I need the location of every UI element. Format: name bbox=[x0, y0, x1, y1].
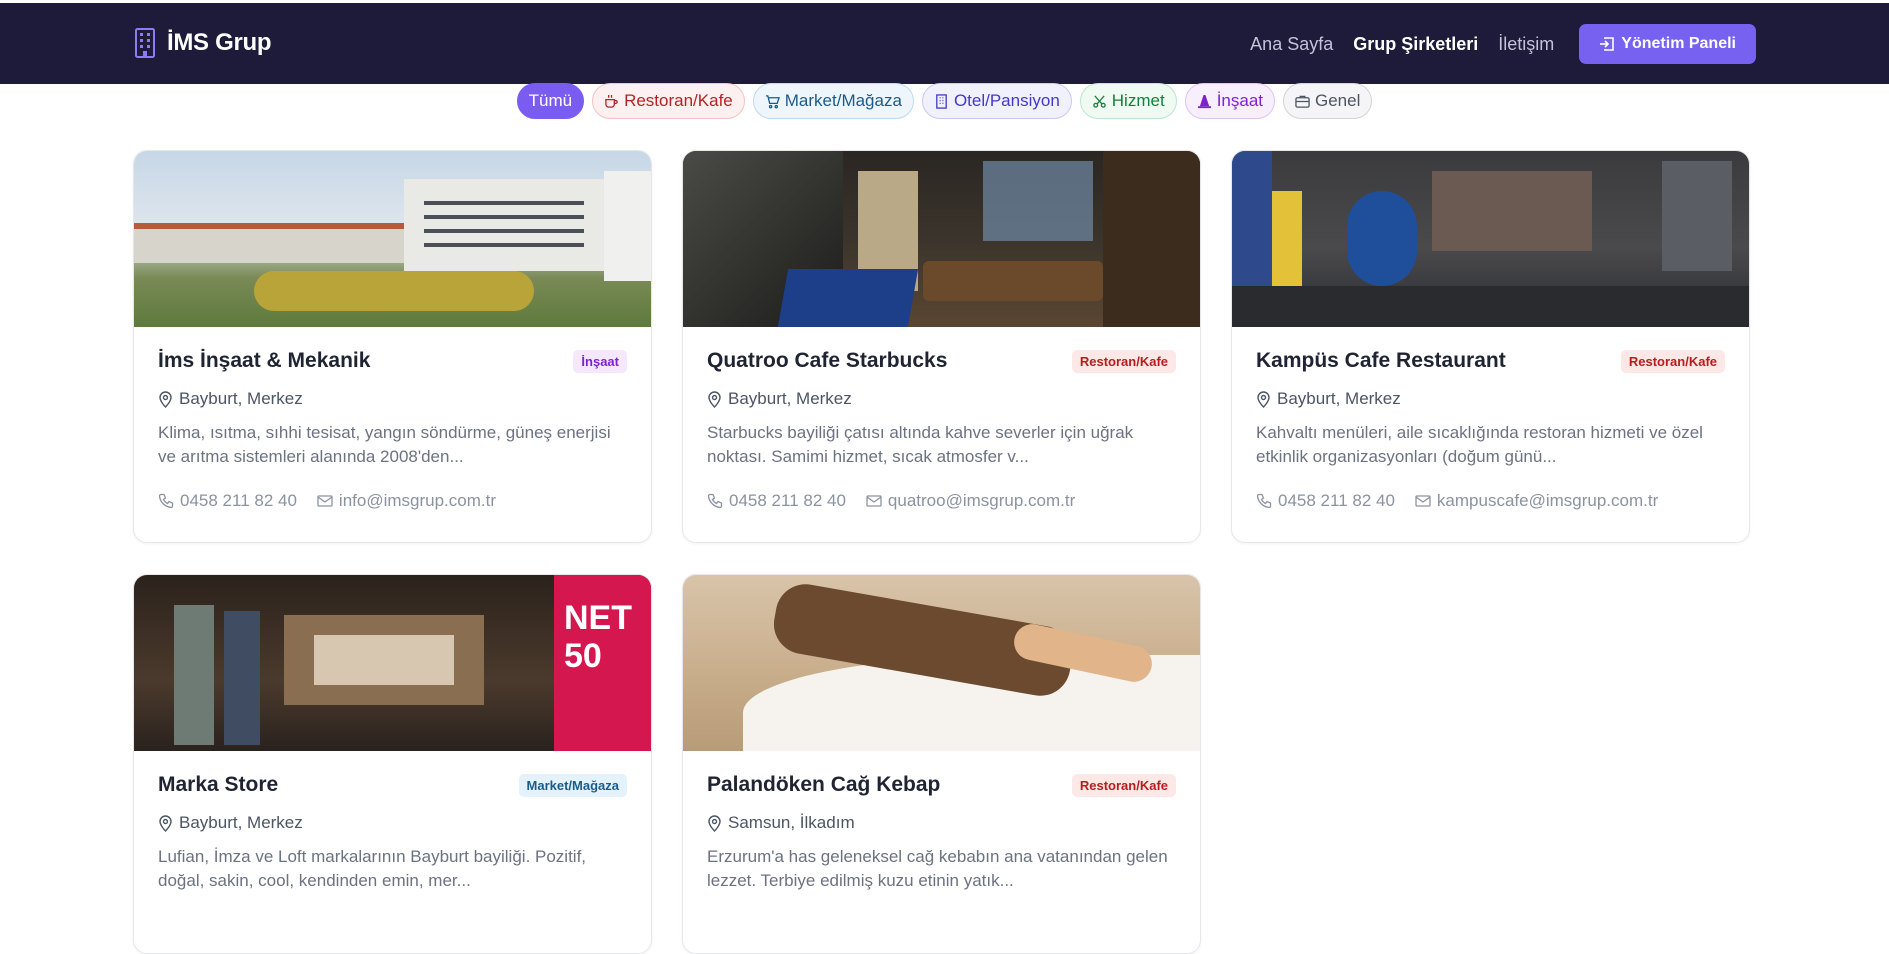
filter-label: Market/Mağaza bbox=[784, 91, 902, 110]
location-pin-icon bbox=[1257, 390, 1270, 408]
company-contact: 0458 211 82 40 info@imsgrup.com.tr bbox=[158, 491, 627, 511]
login-icon bbox=[1600, 37, 1615, 51]
company-photo bbox=[683, 575, 1200, 751]
phone-icon bbox=[707, 493, 723, 509]
company-photo bbox=[1232, 151, 1749, 327]
company-card[interactable]: Kampüs Cafe Restaurant Restoran/Kafe Bay… bbox=[1231, 150, 1750, 543]
filter-label: İnşaat bbox=[1216, 91, 1263, 110]
filter-label: Tümü bbox=[528, 91, 573, 110]
building-icon bbox=[936, 93, 947, 109]
phone-text: 0458 211 82 40 bbox=[180, 491, 297, 510]
company-description: Klima, ısıtma, sıhhi tesisat, yangın sön… bbox=[158, 423, 611, 466]
filter-chip-market[interactable]: Market/Mağaza bbox=[752, 83, 914, 119]
phone-link[interactable]: 0458 211 82 40 bbox=[158, 491, 297, 511]
cup-icon bbox=[605, 94, 618, 108]
location-pin-icon bbox=[708, 390, 721, 408]
company-card[interactable]: İms İnşaat & Mekanik İnşaat Bayburt, Mer… bbox=[133, 150, 652, 543]
filter-chip-insaat[interactable]: İnşaat bbox=[1184, 83, 1275, 119]
filter-label: Otel/Pansiyon bbox=[953, 91, 1060, 110]
filter-chip-hizmet[interactable]: Hizmet bbox=[1079, 83, 1177, 119]
top-navbar: İMS Grup Ana Sayfa Grup Şirketleri İleti… bbox=[0, 3, 1889, 84]
company-card[interactable]: NET 50 Marka Store Market/Mağaza Bayburt,… bbox=[133, 574, 652, 954]
company-location: Bayburt, Merkez bbox=[1256, 389, 1725, 409]
email-link[interactable]: quatroo@imsgrup.com.tr bbox=[866, 491, 1075, 511]
company-photo bbox=[134, 151, 651, 327]
company-title[interactable]: Marka Store bbox=[158, 773, 278, 797]
category-badge: Market/Mağaza bbox=[518, 773, 627, 797]
category-filter-bar: Tümü Restoran/Kafe Market/Mağaza Otel/Pa… bbox=[0, 83, 1889, 119]
category-badge: İnşaat bbox=[573, 349, 627, 373]
filter-chip-all[interactable]: Tümü bbox=[516, 83, 585, 119]
company-photo: NET 50 bbox=[134, 575, 651, 751]
company-contact: 0458 211 82 40 quatroo@imsgrup.com.tr bbox=[707, 491, 1176, 511]
filter-chip-otel[interactable]: Otel/Pansiyon bbox=[921, 83, 1072, 119]
company-card[interactable]: Quatroo Cafe Starbucks Restoran/Kafe Bay… bbox=[682, 150, 1201, 543]
admin-panel-label: Yönetim Paneli bbox=[1621, 35, 1736, 52]
briefcase-icon bbox=[1295, 95, 1310, 108]
filter-chip-genel[interactable]: Genel bbox=[1283, 83, 1373, 119]
cone-icon bbox=[1197, 94, 1211, 108]
location-text: Bayburt, Merkez bbox=[1277, 389, 1401, 408]
company-card[interactable]: Palandöken Cağ Kebap Restoran/Kafe Samsu… bbox=[682, 574, 1201, 954]
email-link[interactable]: kampuscafe@imsgrup.com.tr bbox=[1415, 491, 1658, 511]
nav-home-link[interactable]: Ana Sayfa bbox=[1250, 34, 1333, 55]
company-title[interactable]: Kampüs Cafe Restaurant bbox=[1256, 349, 1506, 373]
email-text: info@imsgrup.com.tr bbox=[338, 491, 496, 510]
mail-icon bbox=[1415, 495, 1431, 507]
filter-chip-restoran[interactable]: Restoran/Kafe bbox=[592, 83, 745, 119]
nav-companies-link[interactable]: Grup Şirketleri bbox=[1353, 34, 1478, 55]
location-pin-icon bbox=[708, 814, 721, 832]
company-description: Kahvaltı menüleri, aile sıcaklığında res… bbox=[1256, 423, 1703, 466]
email-text: quatroo@imsgrup.com.tr bbox=[887, 491, 1076, 510]
email-link[interactable]: info@imsgrup.com.tr bbox=[317, 491, 496, 511]
filter-label: Genel bbox=[1315, 91, 1361, 110]
nav-contact-link[interactable]: İletişim bbox=[1498, 34, 1554, 55]
company-title[interactable]: Palandöken Cağ Kebap bbox=[707, 773, 940, 797]
location-text: Bayburt, Merkez bbox=[728, 389, 852, 408]
company-title[interactable]: İms İnşaat & Mekanik bbox=[158, 349, 370, 373]
phone-text: 0458 211 82 40 bbox=[729, 491, 846, 510]
location-text: Samsun, İlkadım bbox=[728, 813, 855, 832]
mail-icon bbox=[317, 495, 333, 507]
phone-icon bbox=[158, 493, 174, 509]
company-location: Bayburt, Merkez bbox=[707, 389, 1176, 409]
brand-name: İMS Grup bbox=[167, 29, 272, 56]
company-location: Bayburt, Merkez bbox=[158, 389, 627, 409]
phone-icon bbox=[1256, 493, 1272, 509]
building-icon bbox=[135, 28, 155, 58]
admin-panel-button[interactable]: Yönetim Paneli bbox=[1579, 24, 1756, 64]
phone-text: 0458 211 82 40 bbox=[1278, 491, 1395, 510]
filter-label: Restoran/Kafe bbox=[624, 91, 733, 110]
location-text: Bayburt, Merkez bbox=[179, 813, 303, 832]
scissors-icon bbox=[1093, 94, 1106, 108]
company-title[interactable]: Quatroo Cafe Starbucks bbox=[707, 349, 947, 373]
brand-logo[interactable]: İMS Grup bbox=[133, 27, 272, 59]
company-location: Samsun, İlkadım bbox=[707, 813, 1176, 833]
cart-icon bbox=[765, 94, 780, 108]
company-photo bbox=[683, 151, 1200, 327]
main-nav: Ana Sayfa Grup Şirketleri İletişim Yönet… bbox=[1230, 24, 1756, 64]
category-badge: Restoran/Kafe bbox=[1071, 349, 1176, 373]
mail-icon bbox=[866, 495, 882, 507]
company-description: Starbucks bayiliği çatısı altında kahve … bbox=[707, 423, 1134, 466]
phone-link[interactable]: 0458 211 82 40 bbox=[1256, 491, 1395, 511]
filter-label: Hizmet bbox=[1111, 91, 1165, 110]
location-pin-icon bbox=[159, 390, 172, 408]
location-text: Bayburt, Merkez bbox=[179, 389, 303, 408]
company-description: Lufian, İmza ve Loft markalarının Baybur… bbox=[158, 847, 587, 890]
location-pin-icon bbox=[159, 814, 172, 832]
category-badge: Restoran/Kafe bbox=[1071, 773, 1176, 797]
company-description: Erzurum'a has geleneksel cağ kebabın ana… bbox=[707, 847, 1168, 890]
company-location: Bayburt, Merkez bbox=[158, 813, 627, 833]
phone-link[interactable]: 0458 211 82 40 bbox=[707, 491, 846, 511]
email-text: kampuscafe@imsgrup.com.tr bbox=[1436, 491, 1659, 510]
category-badge: Restoran/Kafe bbox=[1620, 349, 1725, 373]
company-contact: 0458 211 82 40 kampuscafe@imsgrup.com.tr bbox=[1256, 491, 1725, 511]
